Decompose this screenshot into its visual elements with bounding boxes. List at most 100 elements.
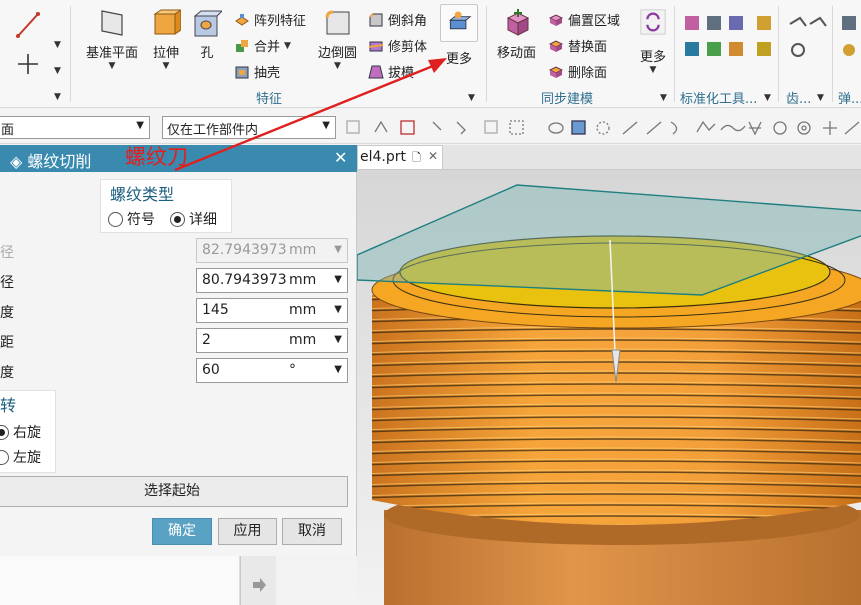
more-feature-label: 更多 — [446, 52, 473, 67]
graphics-viewport[interactable] — [357, 170, 861, 605]
length-label: 长度 — [0, 305, 14, 321]
spring-group-label: 弹... — [838, 92, 861, 107]
chevron-down-icon[interactable]: ▼ — [334, 364, 342, 375]
std-group-caret[interactable]: ▼ — [764, 93, 771, 103]
length-field[interactable]: 145 mm ▼ — [196, 298, 348, 323]
pitch-field[interactable]: 2 mm ▼ — [196, 328, 348, 353]
shell-icon — [235, 66, 249, 78]
pattern-feature-button[interactable]: 阵列特征 — [234, 10, 306, 29]
move-face-button[interactable]: 移动面 — [497, 8, 536, 61]
threaded-cylinder — [372, 295, 861, 525]
more-feature-button[interactable]: 更多 — [446, 8, 472, 67]
snap-tools-icons[interactable] — [345, 118, 861, 138]
shell-button[interactable]: 抽壳 — [234, 62, 280, 81]
arrow-right-icon[interactable] — [250, 576, 268, 594]
delete-face-button[interactable]: 删除面 — [548, 62, 607, 81]
edge-blend-icon — [325, 10, 349, 35]
std-group-label: 标准化工具... — [680, 92, 758, 107]
draft-button[interactable]: 拔模 — [368, 62, 414, 81]
thread-type-detailed-radio[interactable]: 详细 — [170, 209, 217, 229]
field-value: 2 — [202, 332, 211, 348]
field-value: 80.7943973 — [202, 272, 286, 288]
field-value: 145 — [202, 302, 229, 318]
select-start-button[interactable]: 选择起始 — [0, 476, 348, 507]
divider — [486, 6, 487, 102]
gear-group-caret[interactable]: ▼ — [817, 93, 824, 103]
annotation-label: 螺纹刀 — [125, 145, 188, 169]
pitch-label: 螺距 — [0, 335, 14, 351]
radio-circle-selected — [170, 211, 185, 227]
replace-face-button[interactable]: 替换面 — [548, 36, 607, 55]
scope-value: 仅在工作部件内 — [167, 123, 259, 138]
datum-plane-caret: ▼ — [108, 61, 116, 71]
rotation-title: 旋转 — [0, 396, 17, 415]
unite-button[interactable]: 合并 ▼ — [234, 36, 291, 55]
left-caret-1[interactable]: ▼ — [54, 40, 61, 50]
field-value: 60 — [202, 362, 220, 378]
chevron-down-icon[interactable]: ▼ — [334, 274, 342, 285]
model-view[interactable] — [357, 170, 861, 605]
close-icon[interactable]: ✕ — [334, 148, 347, 167]
apply-button[interactable]: 应用 — [218, 518, 277, 545]
sync-group-caret[interactable]: ▼ — [660, 93, 667, 103]
edge-blend-button[interactable]: 边倒圆 ▼ — [318, 8, 357, 71]
field-unit: ° — [289, 362, 296, 378]
angle-field[interactable]: 60 ° ▼ — [196, 358, 348, 383]
ok-button[interactable]: 确定 — [152, 518, 212, 545]
ribbon: ▼ ▼ ▼ 基准平面 ▼ 拉伸 ▼ 孔 阵列特征 合并 ▼ 抽壳 边倒圆 ▼ 倒… — [0, 0, 861, 108]
line-tool-icon[interactable] — [14, 10, 42, 40]
point-tool-icon[interactable] — [16, 52, 40, 76]
type-filter-combo[interactable]: 面 ▼ — [0, 116, 150, 139]
spring-tools-icons[interactable] — [840, 14, 860, 70]
minor-diameter-label: 小径 — [0, 275, 14, 291]
offset-region-icon — [548, 13, 564, 26]
side-toolbar-strip — [240, 556, 276, 605]
cancel-button[interactable]: 取消 — [282, 518, 342, 545]
bottom-left-pane — [0, 556, 240, 605]
divider — [674, 6, 675, 102]
gear-tools-icons[interactable] — [786, 14, 832, 70]
tab-el4-prt[interactable]: el4.prt 🗋 ✕ — [357, 145, 443, 169]
hole-button[interactable]: 孔 — [192, 8, 222, 61]
tab-icon: 🗋 — [412, 151, 421, 164]
radio-circle-selected — [0, 424, 9, 440]
more-sync-label: 更多 — [639, 50, 666, 65]
scope-combo[interactable]: 仅在工作部件内 ▼ — [162, 116, 336, 139]
pattern-feature-icon — [235, 13, 249, 26]
offset-region-button[interactable]: 偏置区域 — [548, 10, 620, 29]
feature-group-caret[interactable]: ▼ — [468, 93, 475, 103]
right-hand-radio[interactable]: 右旋 — [0, 422, 41, 442]
left-caret-2[interactable]: ▼ — [54, 66, 61, 76]
offset-region-label: 偏置区域 — [568, 14, 621, 29]
radio-label: 详细 — [189, 212, 217, 228]
radio-label: 符号 — [127, 212, 155, 228]
gear-group-label: 齿... — [786, 92, 812, 107]
chamfer-button[interactable]: 倒斜角 — [368, 10, 427, 29]
type-filter-value: 面 — [1, 123, 15, 138]
thread-dialog: ◈ 螺纹切削 ✕ 螺纹类型 符号 详细 大径 82.7943973 mm ▼ 小… — [0, 145, 357, 556]
trim-body-label: 修剪体 — [388, 40, 428, 55]
field-unit: mm — [289, 242, 317, 258]
minor-diameter-field[interactable]: 80.7943973 mm ▼ — [196, 268, 348, 293]
field-unit: mm — [289, 302, 317, 318]
chevron-down-icon: ▼ — [334, 244, 342, 255]
std-tools-icons[interactable] — [683, 14, 773, 70]
datum-plane-button[interactable]: 基准平面 ▼ — [86, 8, 138, 71]
tab-label: el4.prt — [360, 149, 406, 165]
left-hand-radio[interactable]: 左旋 — [0, 447, 41, 467]
chevron-down-icon: ▼ — [322, 120, 330, 131]
trim-body-button[interactable]: 修剪体 — [368, 36, 427, 55]
extrude-icon — [153, 9, 181, 35]
extrude-button[interactable]: 拉伸 ▼ — [151, 8, 181, 71]
delete-face-icon — [548, 65, 564, 78]
edge-blend-caret: ▼ — [334, 61, 341, 71]
chevron-down-icon[interactable]: ▼ — [334, 304, 342, 315]
chevron-down-icon[interactable]: ▼ — [334, 334, 342, 345]
divider — [778, 6, 779, 102]
extrude-label: 拉伸 — [152, 46, 179, 61]
close-icon[interactable]: ✕ — [428, 149, 438, 163]
more-sync-button[interactable]: 更多 ▼ — [639, 8, 667, 75]
draft-label: 拔模 — [388, 66, 415, 81]
thread-type-symbolic-radio[interactable]: 符号 — [108, 209, 155, 229]
left-caret-3[interactable]: ▼ — [54, 92, 61, 102]
